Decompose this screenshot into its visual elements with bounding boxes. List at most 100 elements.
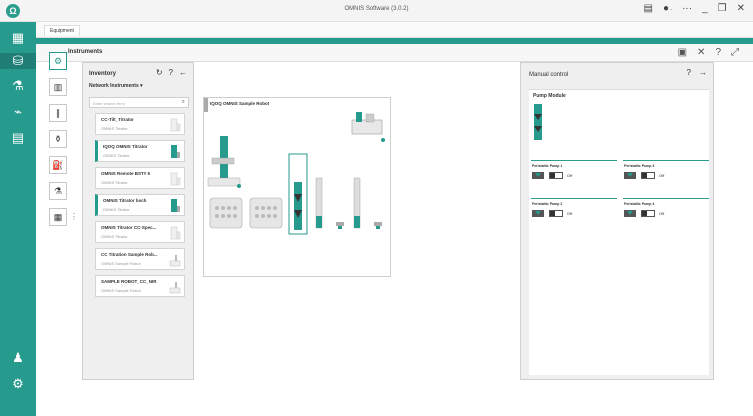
inventory-panel: Inventory ↻ ? ← Network Instruments ▾ En… [82, 62, 194, 380]
racks-type-icon[interactable]: ▥ [49, 78, 67, 96]
instrument-card[interactable]: SAMPLE ROBOT_CC_NIR OMNIS Sample Robot [95, 275, 185, 297]
vessels-type-icon[interactable]: ⚗ [49, 182, 67, 200]
pump-toggle[interactable] [549, 172, 563, 179]
refresh-icon[interactable]: ↻ [156, 68, 163, 77]
expand-icon[interactable]: ⤢ [731, 47, 739, 58]
pump-module-preview-icon [534, 104, 542, 140]
sidebar-item-methods-icon[interactable]: ⚗ [9, 78, 27, 94]
card-name: CC Titration Sample Rob... [101, 252, 158, 257]
card-type: OMNIS Titrator [101, 234, 128, 239]
pump-label: Peristaltic Pump 3 [624, 164, 655, 168]
pump-icon [624, 172, 636, 179]
instrument-card[interactable]: OMNIS Titrator bsch OMNIS Titrator [95, 194, 185, 216]
card-type: OMNIS Titrator [101, 126, 128, 131]
window-title: OMNIS Software (3.0.2) [344, 6, 409, 12]
card-name: CC-Tilt_Titrator [101, 117, 134, 122]
card-name: OMNIS Remote BST# 5 [101, 171, 151, 176]
sidebar-item-reports-icon[interactable]: ▤ [9, 130, 27, 146]
instrument-card[interactable]: CC Titration Sample Rob... OMNIS Sample … [95, 248, 185, 270]
maximize-button[interactable]: ❐ [718, 3, 727, 14]
minimize-button[interactable]: _ [702, 3, 708, 14]
collapse-right-icon[interactable]: → [699, 68, 707, 77]
pump-state: Off [567, 173, 573, 178]
pump-label: Peristaltic Pump 2 [532, 202, 563, 206]
pump-toggle[interactable] [641, 172, 655, 179]
dosing-tower-icon [315, 177, 323, 229]
instrument-card[interactable]: IQOQ OMNIS Titrator OMNIS Titrator [95, 140, 185, 162]
card-type: OMNIS Titrator [101, 180, 128, 185]
card-name: OMNIS Titrator CC-Spec... [101, 225, 157, 230]
pump-state: Off [659, 173, 665, 178]
sensors-type-icon[interactable]: ∥ [49, 104, 67, 122]
titrator-tower-icon [207, 136, 241, 188]
sidebar-item-results-icon[interactable]: ⌁ [9, 104, 27, 120]
instrument-card[interactable]: CC-Tilt_Titrator OMNIS Titrator [95, 113, 185, 135]
search-input[interactable]: Enter search term ⌕ [89, 97, 189, 108]
pump-module-icon [294, 182, 302, 230]
card-name: IQOQ OMNIS Titrator [103, 144, 148, 149]
peristaltic-pump-1: Peristaltic Pump 1 Off [531, 160, 617, 184]
layout-icon[interactable]: ▤ [644, 3, 653, 14]
close-button[interactable]: ✕ [737, 3, 745, 14]
sidebar-item-settings-icon[interactable]: ⚙ [9, 376, 27, 392]
instrument-card[interactable]: OMNIS Titrator CC-Spec... OMNIS Titrator [95, 221, 185, 243]
sample-robot-thumbnail-icon [169, 282, 181, 294]
titrator-thumbnail-icon [171, 145, 180, 158]
sample-robot-diagram [204, 98, 385, 235]
station-icon [374, 222, 382, 229]
inventory-help-icon[interactable]: ? [169, 68, 173, 77]
card-name: OMNIS Titrator bsch [103, 198, 147, 203]
pump-module-title: Pump Module [533, 93, 566, 99]
card-type: OMNIS Titrator [103, 207, 130, 212]
close-icon[interactable]: ✕ [697, 47, 705, 58]
modules-type-icon[interactable]: ▦ [49, 208, 67, 226]
inventory-title: Inventory [89, 71, 117, 77]
sidebar-item-lab-icon[interactable]: ▦ [9, 30, 27, 46]
manual-control-title: Manual control [529, 72, 569, 78]
pump-label: Peristaltic Pump 4 [624, 202, 655, 206]
peristaltic-pump-4: Peristaltic Pump 4 Off [623, 198, 709, 222]
sidebar-item-equipment-icon[interactable]: ⛁ [0, 53, 36, 69]
splitter-handle-icon[interactable]: ⋮ [70, 212, 78, 221]
pump-toggle[interactable] [641, 210, 655, 217]
instrument-canvas[interactable]: IQOQ OMNIS Sample Robot [203, 97, 391, 277]
help-icon[interactable]: ? [715, 47, 721, 58]
sidebar-item-user-icon[interactable]: ♟ [9, 350, 27, 366]
pump-icon [532, 210, 544, 217]
save-icon[interactable]: ▣ [678, 47, 687, 58]
page-title: Instruments [68, 49, 103, 55]
card-type: OMNIS Sample Robot [101, 261, 141, 266]
station-icon [336, 222, 344, 229]
search-icon[interactable]: ⌕ [182, 99, 185, 106]
more-icon[interactable]: ··· [682, 3, 692, 14]
pump-label: Peristaltic Pump 1 [532, 164, 563, 168]
pump-state: Off [659, 211, 665, 216]
peristaltic-pump-2: Peristaltic Pump 2 Off [531, 198, 617, 222]
titrator-thumbnail-icon [171, 199, 180, 212]
instruments-type-icon[interactable]: ⚙ [49, 52, 67, 70]
app-sidebar: ▦ ⛁ ⚗ ⌁ ▤ ♟ ⚙ [0, 22, 36, 416]
dosing-type-icon[interactable]: ⛽ [49, 156, 67, 174]
manual-control-help-icon[interactable]: ? [687, 68, 691, 77]
pump-toggle[interactable] [549, 210, 563, 217]
solutions-type-icon[interactable]: ⚱ [49, 130, 67, 148]
collapse-left-icon[interactable]: ← [179, 68, 187, 77]
title-bar: Ω OMNIS Software (3.0.2) ▤ ● ‑ ··· _ ❐ ✕ [0, 0, 753, 22]
robot-head-icon [351, 112, 385, 142]
equipment-tab-bar: Equipment [36, 22, 753, 38]
inventory-filter-label: Network Instruments [89, 83, 139, 89]
search-placeholder: Enter search term [93, 101, 125, 106]
instrument-card[interactable]: OMNIS Remote BST# 5 OMNIS Titrator [95, 167, 185, 189]
user-icon[interactable]: ● ‑ [663, 3, 672, 14]
sample-rack-icon [209, 197, 243, 229]
titrator-thumbnail-icon [170, 118, 181, 132]
main-header: Instruments ▣ ✕ ? ⤢ [36, 44, 753, 62]
dosing-tower-icon [353, 177, 361, 229]
pump-icon [624, 210, 636, 217]
sample-robot-thumbnail-icon [169, 255, 181, 267]
card-name: SAMPLE ROBOT_CC_NIR [101, 279, 157, 284]
inventory-filter-dropdown[interactable]: Network Instruments ▾ [89, 83, 143, 89]
sample-rack-icon [249, 197, 283, 229]
chevron-down-icon: ▾ [140, 83, 143, 89]
tab-equipment[interactable]: Equipment [44, 25, 80, 36]
